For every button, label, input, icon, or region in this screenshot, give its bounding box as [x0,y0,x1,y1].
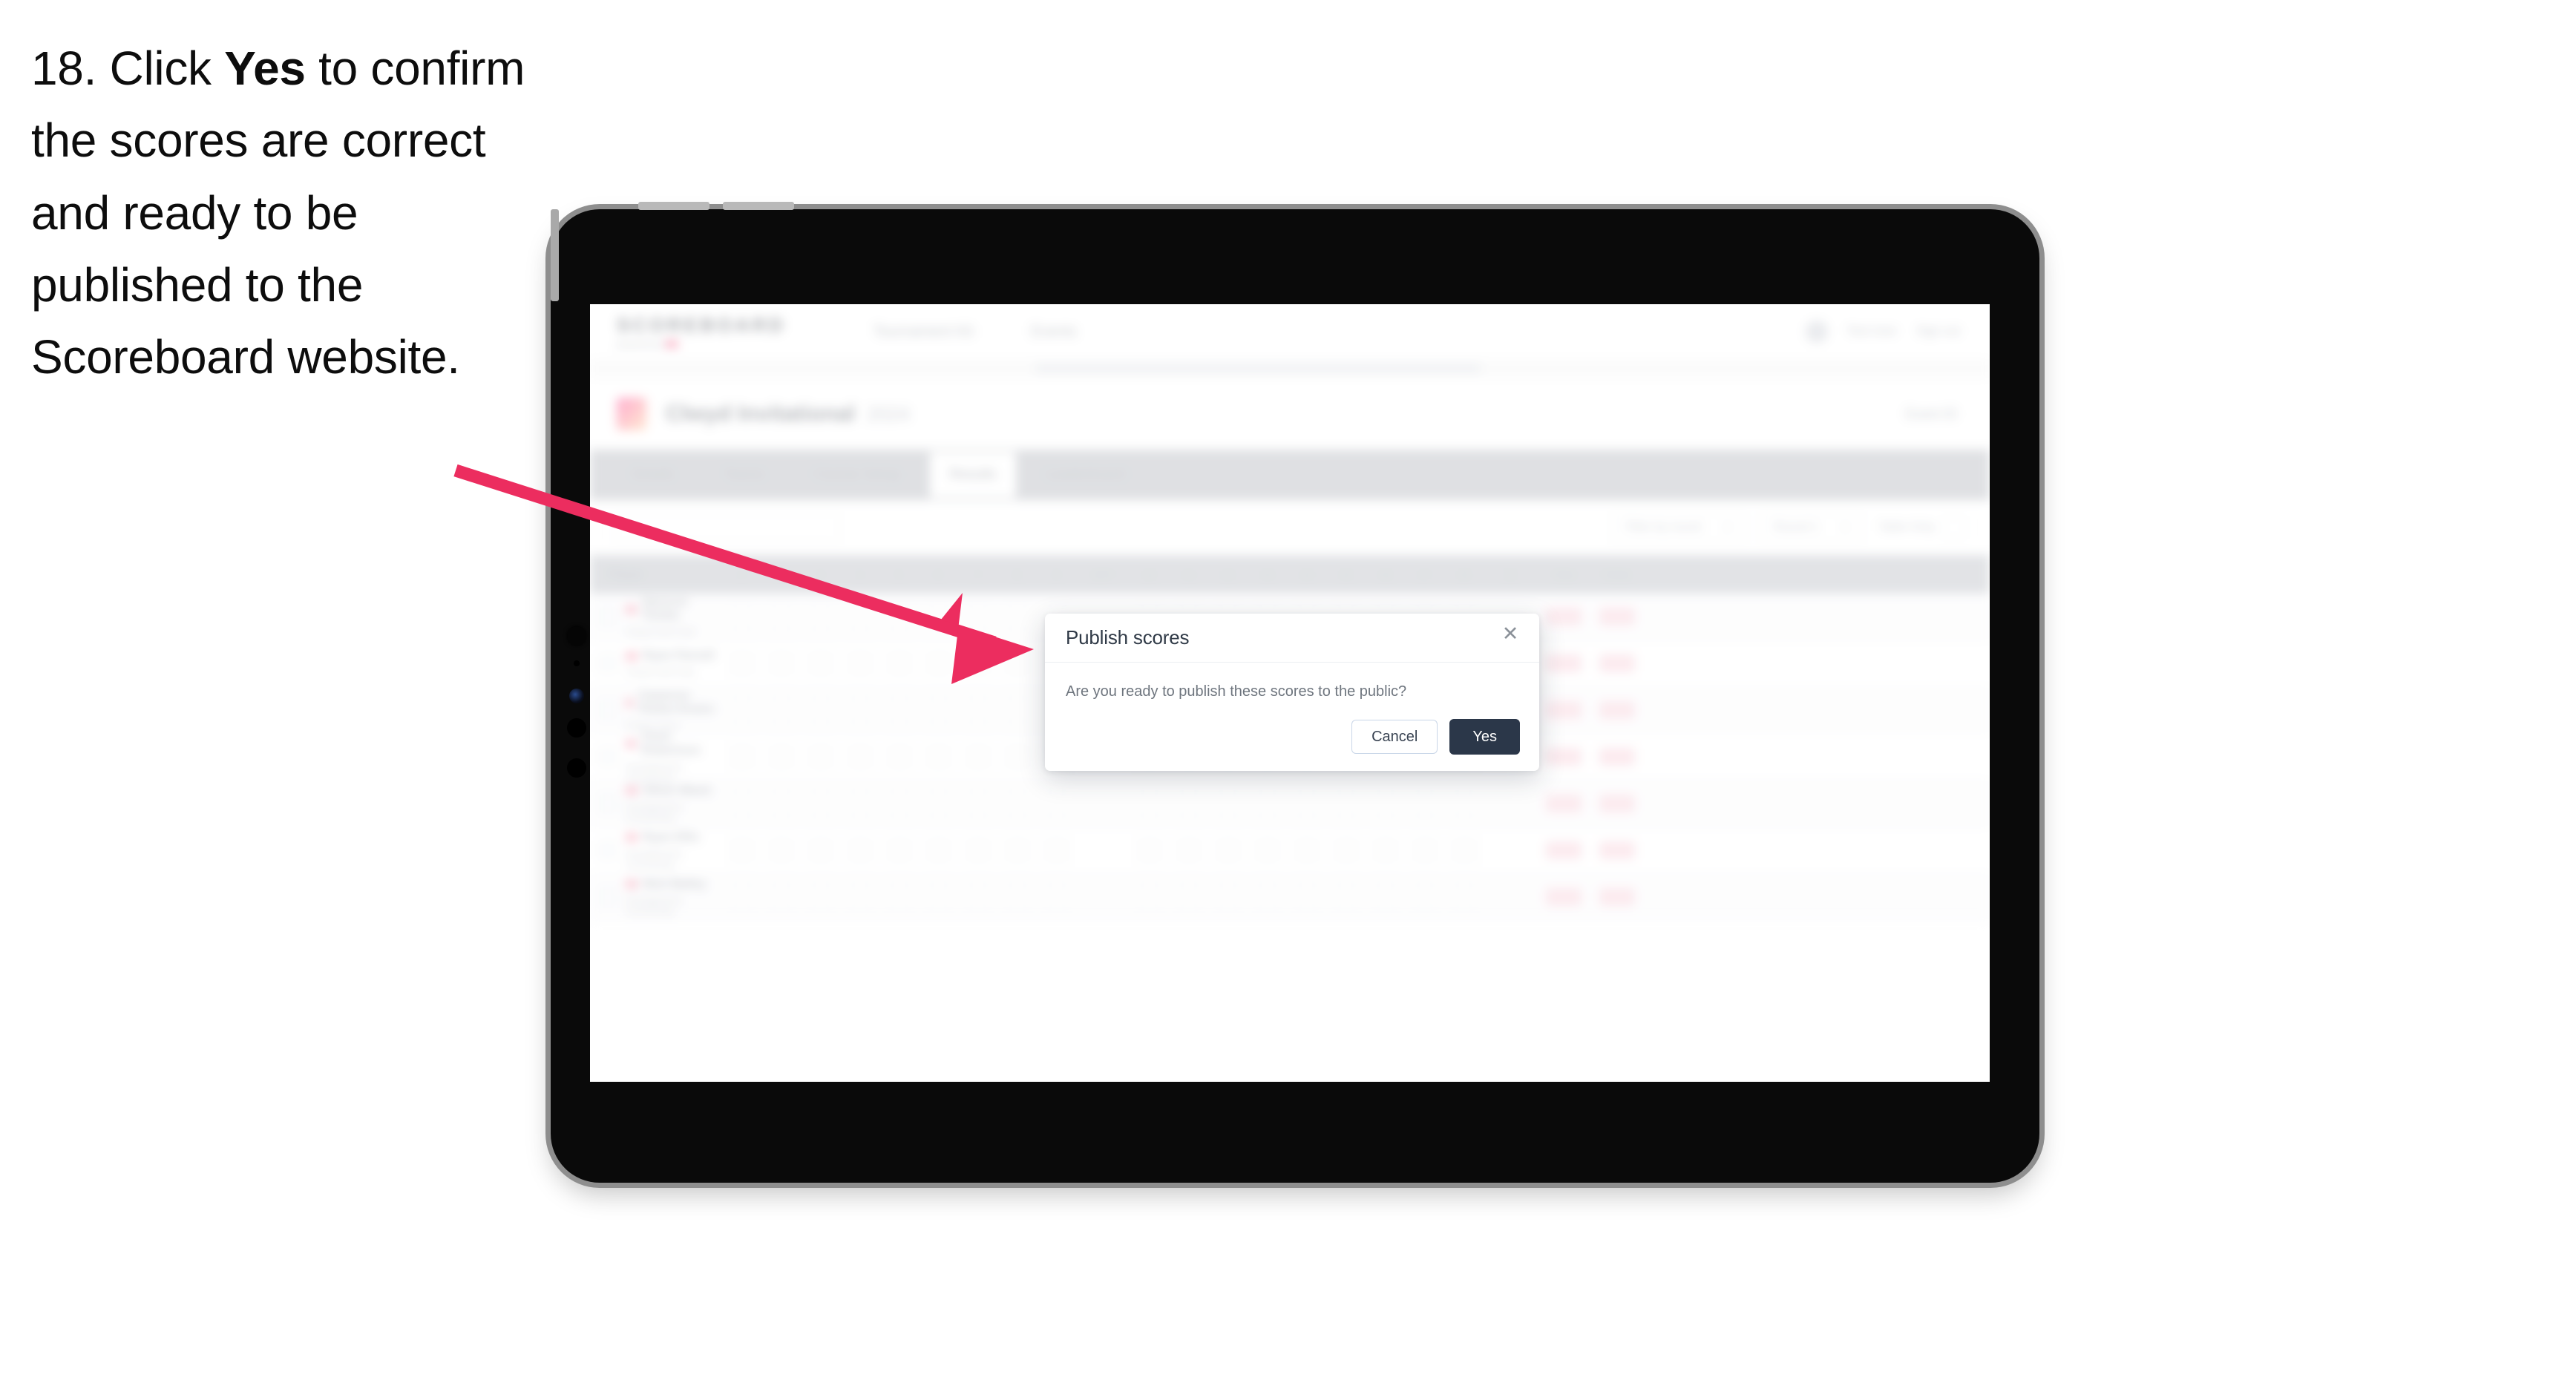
dialog-message: Are you ready to publish these scores to… [1066,683,1407,700]
publish-scores-dialog: Publish scores ✕ Are you ready to publis… [1045,614,1539,771]
volume-down-button[interactable] [723,202,794,210]
tablet-screen: SCOREBOARD powered by ME Tournament Kit … [590,304,1990,1082]
instruction-emphasis: Yes [224,42,306,95]
dialog-header: Publish scores ✕ [1045,614,1539,663]
dialog-title: Publish scores [1066,626,1190,648]
volume-up-button[interactable] [638,202,709,210]
camera-lens-icon [567,626,586,646]
instruction-text-before: Click [109,42,212,95]
sensor-lens-icon [569,689,584,703]
cancel-button[interactable]: Cancel [1351,720,1438,754]
instruction-text: 18. Click Yes to confirm the scores are … [31,33,566,393]
camera-lens-tertiary-icon [567,758,586,778]
confirm-yes-button[interactable]: Yes [1449,719,1520,755]
instruction-step-number: 18. [31,42,97,95]
microphone-icon [574,660,580,666]
dialog-body: Are you ready to publish these scores to… [1045,663,1539,702]
dialog-actions: Cancel Yes [1351,719,1520,755]
tablet-device-frame: SCOREBOARD powered by ME Tournament Kit … [551,202,2039,1183]
close-icon[interactable]: ✕ [1498,621,1523,646]
power-button[interactable] [551,209,559,301]
camera-lens-secondary-icon [567,718,586,738]
